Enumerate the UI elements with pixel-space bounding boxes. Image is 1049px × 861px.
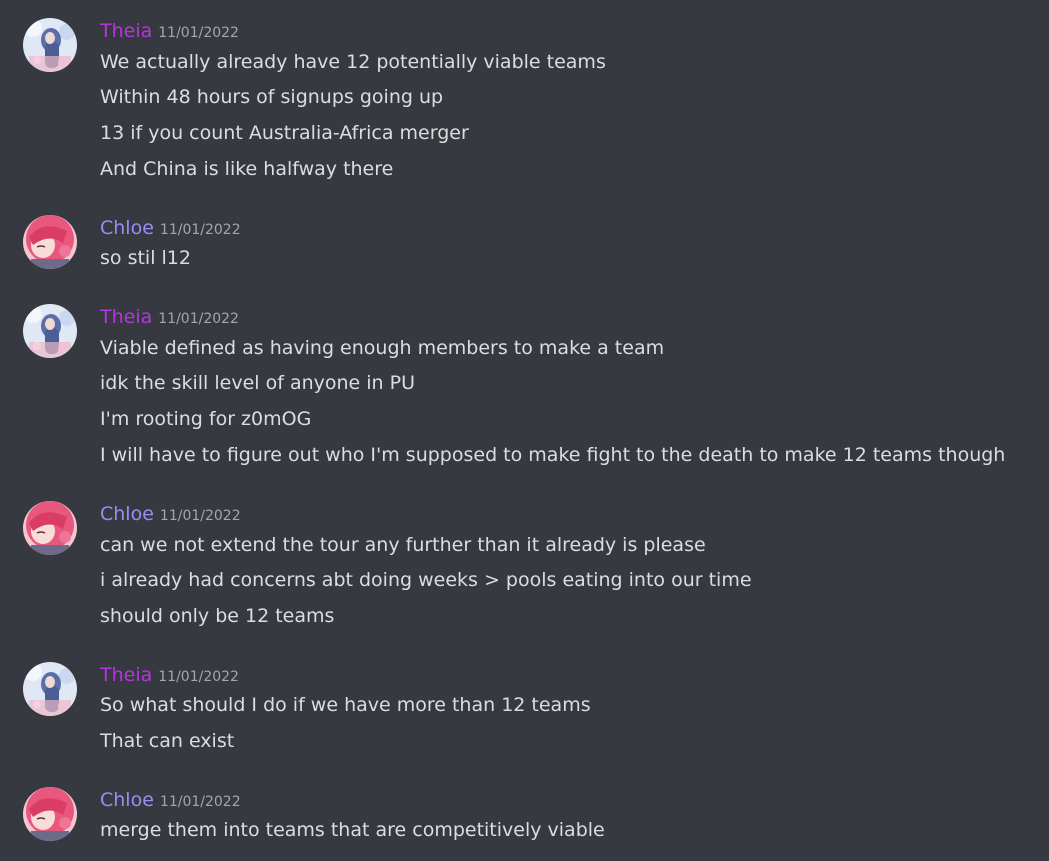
avatar[interactable] bbox=[23, 662, 77, 716]
message-text: I'm rooting for z0mOG bbox=[100, 408, 312, 430]
message-text: 13 if you count Australia-Africa merger bbox=[100, 122, 469, 144]
message-text: And China is like halfway there bbox=[100, 158, 394, 180]
avatar[interactable] bbox=[23, 215, 77, 269]
username[interactable]: Theia bbox=[100, 306, 152, 328]
message-text: idk the skill level of anyone in PU bbox=[100, 372, 416, 394]
username[interactable]: Chloe bbox=[100, 789, 154, 811]
timestamp[interactable]: 11/01/2022 bbox=[160, 794, 241, 810]
message-header: Chloe 11/01/2022 bbox=[100, 787, 241, 813]
message-text: Within 48 hours of signups going up bbox=[100, 86, 444, 108]
timestamp[interactable]: 11/01/2022 bbox=[158, 311, 239, 327]
message-text: Viable defined as having enough members … bbox=[100, 337, 665, 359]
timestamp[interactable]: 11/01/2022 bbox=[158, 669, 239, 685]
avatar[interactable] bbox=[23, 501, 77, 555]
message-text: So what should I do if we have more than… bbox=[100, 694, 591, 716]
chat-messages: Theia 11/01/2022 We actually already have… bbox=[0, 0, 1049, 861]
pink-anime-character-avatar-icon bbox=[23, 501, 77, 555]
message-header: Theia 11/01/2022 bbox=[100, 18, 239, 44]
blue-anime-character-avatar-icon bbox=[23, 304, 77, 358]
message-header: Theia 11/01/2022 bbox=[100, 662, 239, 688]
blue-anime-character-avatar-icon bbox=[23, 18, 77, 72]
timestamp[interactable]: 11/01/2022 bbox=[160, 222, 241, 238]
avatar[interactable] bbox=[23, 18, 77, 72]
username[interactable]: Chloe bbox=[100, 503, 154, 525]
message-text: That can exist bbox=[100, 730, 235, 752]
timestamp[interactable]: 11/01/2022 bbox=[158, 25, 239, 41]
message-text: I will have to figure out who I'm suppos… bbox=[100, 444, 1006, 466]
message-text: merge them into teams that are competiti… bbox=[100, 819, 605, 841]
pink-anime-character-avatar-icon bbox=[23, 215, 77, 269]
message-header: Chloe 11/01/2022 bbox=[100, 215, 241, 241]
username[interactable]: Chloe bbox=[100, 217, 154, 239]
message-text: We actually already have 12 potentially … bbox=[100, 51, 606, 73]
pink-anime-character-avatar-icon bbox=[23, 787, 77, 841]
message-header: Theia 11/01/2022 bbox=[100, 304, 239, 330]
message-text: so stil l12 bbox=[100, 247, 191, 269]
username[interactable]: Theia bbox=[100, 664, 152, 686]
blue-anime-character-avatar-icon bbox=[23, 662, 77, 716]
message-header: Chloe 11/01/2022 bbox=[100, 501, 241, 527]
timestamp[interactable]: 11/01/2022 bbox=[160, 508, 241, 524]
username[interactable]: Theia bbox=[100, 20, 152, 42]
avatar[interactable] bbox=[23, 787, 77, 841]
avatar[interactable] bbox=[23, 304, 77, 358]
message-text: i already had concerns abt doing weeks >… bbox=[100, 569, 752, 591]
message-text: should only be 12 teams bbox=[100, 605, 335, 627]
message-text: can we not extend the tour any further t… bbox=[100, 534, 706, 556]
